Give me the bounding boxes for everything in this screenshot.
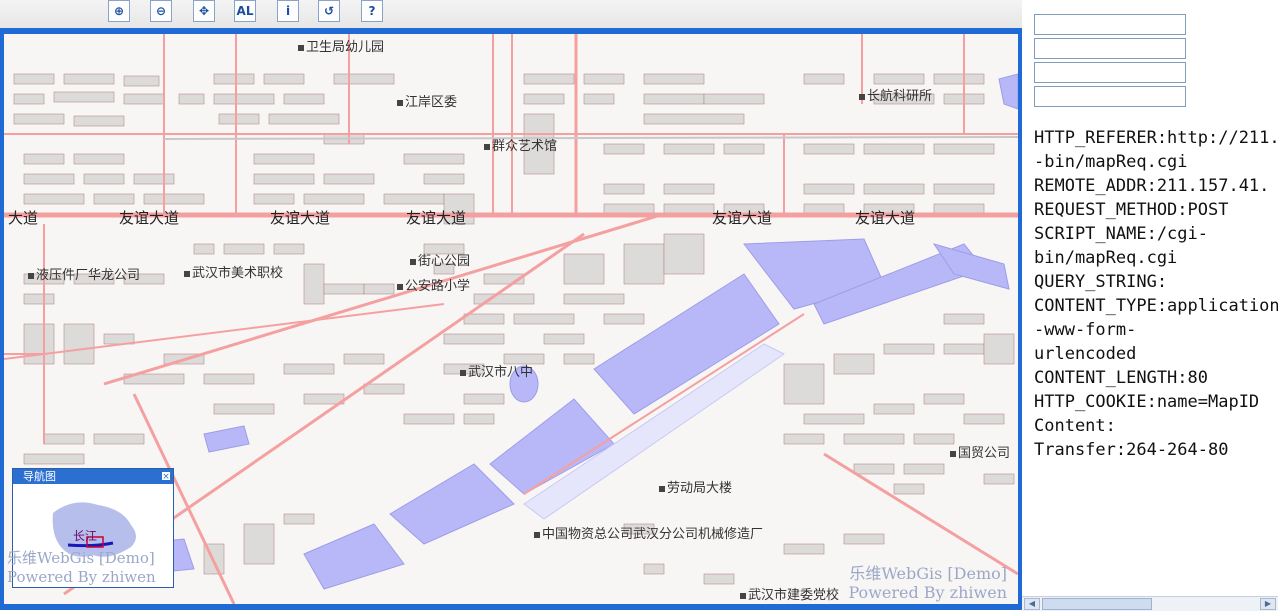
env-line: bin/mapReq.cgi (1034, 248, 1178, 268)
env-line: HTTP_COOKIE:name=MapID (1034, 392, 1260, 412)
scrollbar-thumb[interactable] (1042, 598, 1152, 610)
watermark-line: Powered By zhiwen (848, 583, 1007, 602)
navigator-watermark: 乐维WebGis [Demo] Powered By zhiwen (7, 549, 156, 587)
show-all-button[interactable]: AL (234, 0, 256, 22)
poi-label[interactable]: 群众艺术馆 (484, 135, 557, 154)
env-line: -bin/mapReq.cgi (1034, 152, 1188, 172)
poi-label[interactable]: 公安路小学 (397, 275, 470, 294)
map-frame: 大道 友谊大道 友谊大道 友谊大道 友谊大道 友谊大道 卫生局幼儿园 江岸区委 … (0, 28, 1022, 610)
help-icon: ? (368, 4, 376, 18)
navigator-titlebar: 导航图 × (13, 469, 173, 484)
poi-label[interactable]: 卫生局幼儿园 (298, 36, 384, 55)
poi-marker-icon (534, 531, 540, 538)
show-all-icon: AL (236, 4, 254, 18)
poi-label[interactable]: 武汉市建委党校 (740, 584, 839, 603)
poi-marker-icon (460, 369, 466, 376)
map-watermark: 乐维WebGis [Demo] Powered By zhiwen (837, 564, 1007, 602)
poi-label[interactable]: 液压件厂华龙公司 (28, 264, 140, 283)
poi-marker-icon (298, 44, 304, 51)
map-toolbar: ⊕ ⊖ ✥ AL i ↺ ? (0, 0, 1022, 29)
poi-label[interactable]: 国贸公司 (950, 442, 1010, 461)
road-label: 友谊大道 (406, 209, 467, 227)
navigator-title: 导航图 (23, 470, 56, 483)
side-input-1[interactable] (1034, 14, 1186, 35)
side-form (1034, 14, 1186, 110)
env-line: HTTP_REFERER:http://211.157.41. (1034, 128, 1278, 148)
poi-marker-icon (184, 270, 190, 277)
env-line: REQUEST_METHOD:POST (1034, 200, 1229, 220)
side-input-4[interactable] (1034, 86, 1186, 107)
scroll-right-icon[interactable]: ▶ (1260, 598, 1276, 610)
pan-button[interactable]: ✥ (193, 0, 215, 22)
env-line: SCRIPT_NAME:/cgi- (1034, 224, 1208, 244)
poi-label[interactable]: 江岸区委 (397, 91, 457, 110)
poi-label[interactable]: 武汉市八中 (460, 361, 533, 380)
refresh-button[interactable]: ↺ (318, 0, 340, 22)
river-label: 长江 (73, 529, 98, 543)
help-button[interactable]: ? (361, 0, 383, 22)
env-line: Transfer:264-264-80 (1034, 440, 1229, 460)
poi-marker-icon (659, 485, 665, 492)
info-button[interactable]: i (277, 0, 299, 22)
env-line: QUERY_STRING: (1034, 272, 1168, 292)
zoom-out-button[interactable]: ⊖ (150, 0, 172, 22)
navigator-panel[interactable]: 导航图 × 长江 乐维WebGis [Demo] Powered By zhiw… (7, 468, 174, 588)
env-line: CONTENT_TYPE:application/x (1034, 296, 1278, 316)
side-input-3[interactable] (1034, 62, 1186, 83)
env-line: urlencoded (1034, 344, 1137, 364)
poi-marker-icon (484, 143, 490, 150)
poi-marker-icon (950, 450, 956, 457)
poi-marker-icon (28, 272, 34, 279)
pan-icon: ✥ (198, 4, 210, 18)
zoom-out-icon: ⊖ (155, 4, 167, 18)
env-line: REMOTE_ADDR:211.157.41. (1034, 176, 1270, 196)
road-label: 大道 (8, 209, 39, 227)
poi-label[interactable]: 武汉市美术职校 (184, 262, 283, 281)
watermark-line: 乐维WebGis [Demo] (7, 549, 155, 567)
cgi-environment-readout: HTTP_REFERER:http://211.157.41. -bin/map… (1034, 126, 1278, 462)
road-label: 友谊大道 (712, 209, 773, 227)
horizontal-scrollbar[interactable]: ◀ ▶ (1022, 596, 1278, 611)
poi-label[interactable]: 劳动局大楼 (659, 477, 732, 496)
poi-marker-icon (859, 93, 865, 100)
close-icon[interactable]: × (161, 471, 171, 482)
road-label: 友谊大道 (119, 209, 180, 227)
poi-marker-icon (397, 283, 403, 290)
env-line: CONTENT_LENGTH:80 (1034, 368, 1208, 388)
zoom-in-button[interactable]: ⊕ (108, 0, 130, 22)
road-label: 友谊大道 (855, 209, 916, 227)
scroll-left-icon[interactable]: ◀ (1024, 598, 1040, 610)
road-label: 友谊大道 (270, 209, 331, 227)
info-icon: i (285, 4, 291, 18)
poi-label[interactable]: 街心公园 (410, 250, 470, 269)
poi-label[interactable]: 中国物资总公司武汉分公司机械修造厂 (534, 523, 763, 542)
poi-marker-icon (397, 99, 403, 106)
map-canvas[interactable]: 大道 友谊大道 友谊大道 友谊大道 友谊大道 友谊大道 卫生局幼儿园 江岸区委 … (4, 34, 1018, 604)
poi-marker-icon (410, 258, 416, 265)
side-input-2[interactable] (1034, 38, 1186, 59)
env-line: Content: (1034, 416, 1116, 436)
poi-marker-icon (740, 592, 746, 599)
refresh-icon: ↺ (323, 4, 335, 18)
watermark-line: 乐维WebGis [Demo] (849, 564, 1007, 583)
zoom-in-icon: ⊕ (113, 4, 125, 18)
env-line: -www-form- (1034, 320, 1137, 340)
poi-label[interactable]: 长航科研所 (859, 85, 932, 104)
watermark-line: Powered By zhiwen (7, 568, 156, 586)
